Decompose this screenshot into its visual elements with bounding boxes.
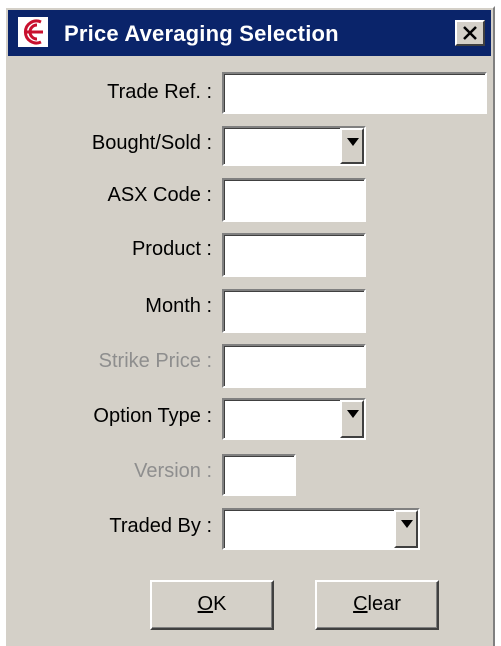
- strike-price-input[interactable]: [222, 344, 366, 388]
- trade-ref-label: Trade Ref. :: [107, 81, 212, 103]
- traded-by-dropdown-button[interactable]: [394, 510, 418, 548]
- asx-code-input[interactable]: [222, 178, 366, 222]
- bought-sold-dropdown-button[interactable]: [340, 128, 364, 164]
- option-type-dropdown-button[interactable]: [340, 400, 364, 438]
- price-averaging-dialog: Price Averaging Selection Trade Ref. : B…: [4, 6, 495, 646]
- option-type-select[interactable]: [222, 398, 366, 440]
- clear-button-label: lear: [367, 593, 401, 615]
- chevron-down-icon: [347, 410, 359, 418]
- window-title: Price Averaging Selection: [64, 21, 339, 46]
- ok-button-mnemonic: O: [197, 593, 214, 615]
- close-button[interactable]: [455, 20, 485, 46]
- app-logo-icon: [18, 17, 48, 47]
- product-label: Product :: [131, 238, 212, 260]
- month-input[interactable]: [222, 289, 366, 333]
- version-input[interactable]: [222, 454, 296, 496]
- version-label: Version :: [134, 460, 212, 482]
- title-bar[interactable]: Price Averaging Selection: [8, 10, 491, 56]
- traded-by-select[interactable]: [222, 508, 420, 550]
- month-label: Month :: [145, 295, 212, 317]
- traded-by-label: Traded By :: [109, 515, 212, 537]
- asx-code-label: ASX Code :: [107, 184, 212, 206]
- chevron-down-icon: [347, 138, 359, 146]
- bought-sold-label: Bought/Sold :: [91, 132, 212, 154]
- clear-button[interactable]: Clear: [315, 580, 439, 630]
- product-input[interactable]: [222, 233, 366, 277]
- option-type-label: Option Type :: [93, 405, 212, 427]
- ok-button-label: K: [213, 593, 227, 615]
- clear-button-mnemonic: C: [353, 593, 368, 615]
- bought-sold-select[interactable]: [222, 126, 366, 166]
- chevron-down-icon: [401, 520, 413, 528]
- close-icon: [463, 26, 477, 40]
- ok-button[interactable]: OK: [150, 580, 274, 630]
- strike-price-label: Strike Price :: [98, 350, 212, 372]
- trade-ref-input[interactable]: [222, 72, 487, 114]
